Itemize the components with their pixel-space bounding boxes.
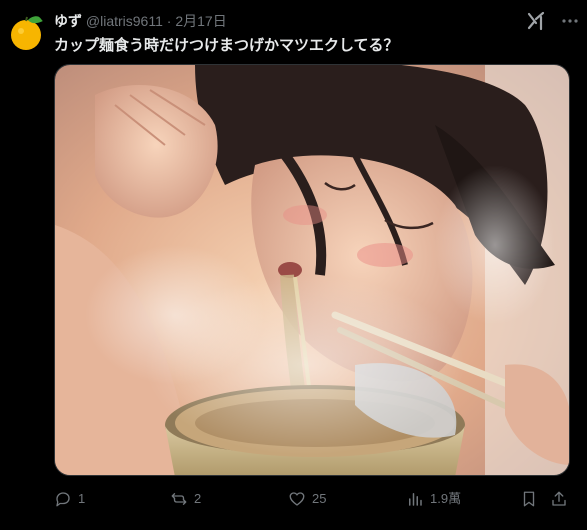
tweet-text: カップ麺食う時だけつけまつげかマツエクしてる？ <box>54 37 399 54</box>
views-chart-icon <box>409 493 422 506</box>
more-options-icon[interactable] <box>559 10 581 32</box>
repost-icon <box>171 493 187 505</box>
views-button[interactable]: 1.9萬 <box>406 488 461 510</box>
repost-count: 2 <box>194 491 202 506</box>
share-button[interactable] <box>550 488 574 510</box>
bookmark-button[interactable] <box>520 488 544 510</box>
share-icon <box>552 491 566 506</box>
separator-dot: · <box>166 13 172 29</box>
reply-icon <box>56 492 70 507</box>
author-name[interactable]: ゆず <box>54 13 82 29</box>
author-handle[interactable]: @liatris9611 <box>86 13 163 29</box>
reply-button[interactable]: 1 <box>54 488 85 510</box>
like-button[interactable]: 25 <box>288 488 326 510</box>
grok-icon[interactable] <box>525 10 547 32</box>
yuzu-fruit-icon <box>6 12 46 52</box>
tweet-actions: 1 2 25 1.9萬 <box>54 488 574 512</box>
views-count: 1.9萬 <box>430 491 462 506</box>
tweet-media-image[interactable] <box>54 64 570 476</box>
heart-icon <box>289 492 305 506</box>
like-count: 25 <box>312 491 327 506</box>
tweet-date[interactable]: 2月17日 <box>175 13 226 29</box>
tweet-header: ゆず @liatris9611 · 2月17日 <box>54 12 227 30</box>
avatar[interactable] <box>6 12 46 52</box>
illustration-image <box>55 65 569 475</box>
repost-button[interactable]: 2 <box>170 488 201 510</box>
bookmark-icon <box>523 491 535 507</box>
reply-count: 1 <box>78 491 86 506</box>
